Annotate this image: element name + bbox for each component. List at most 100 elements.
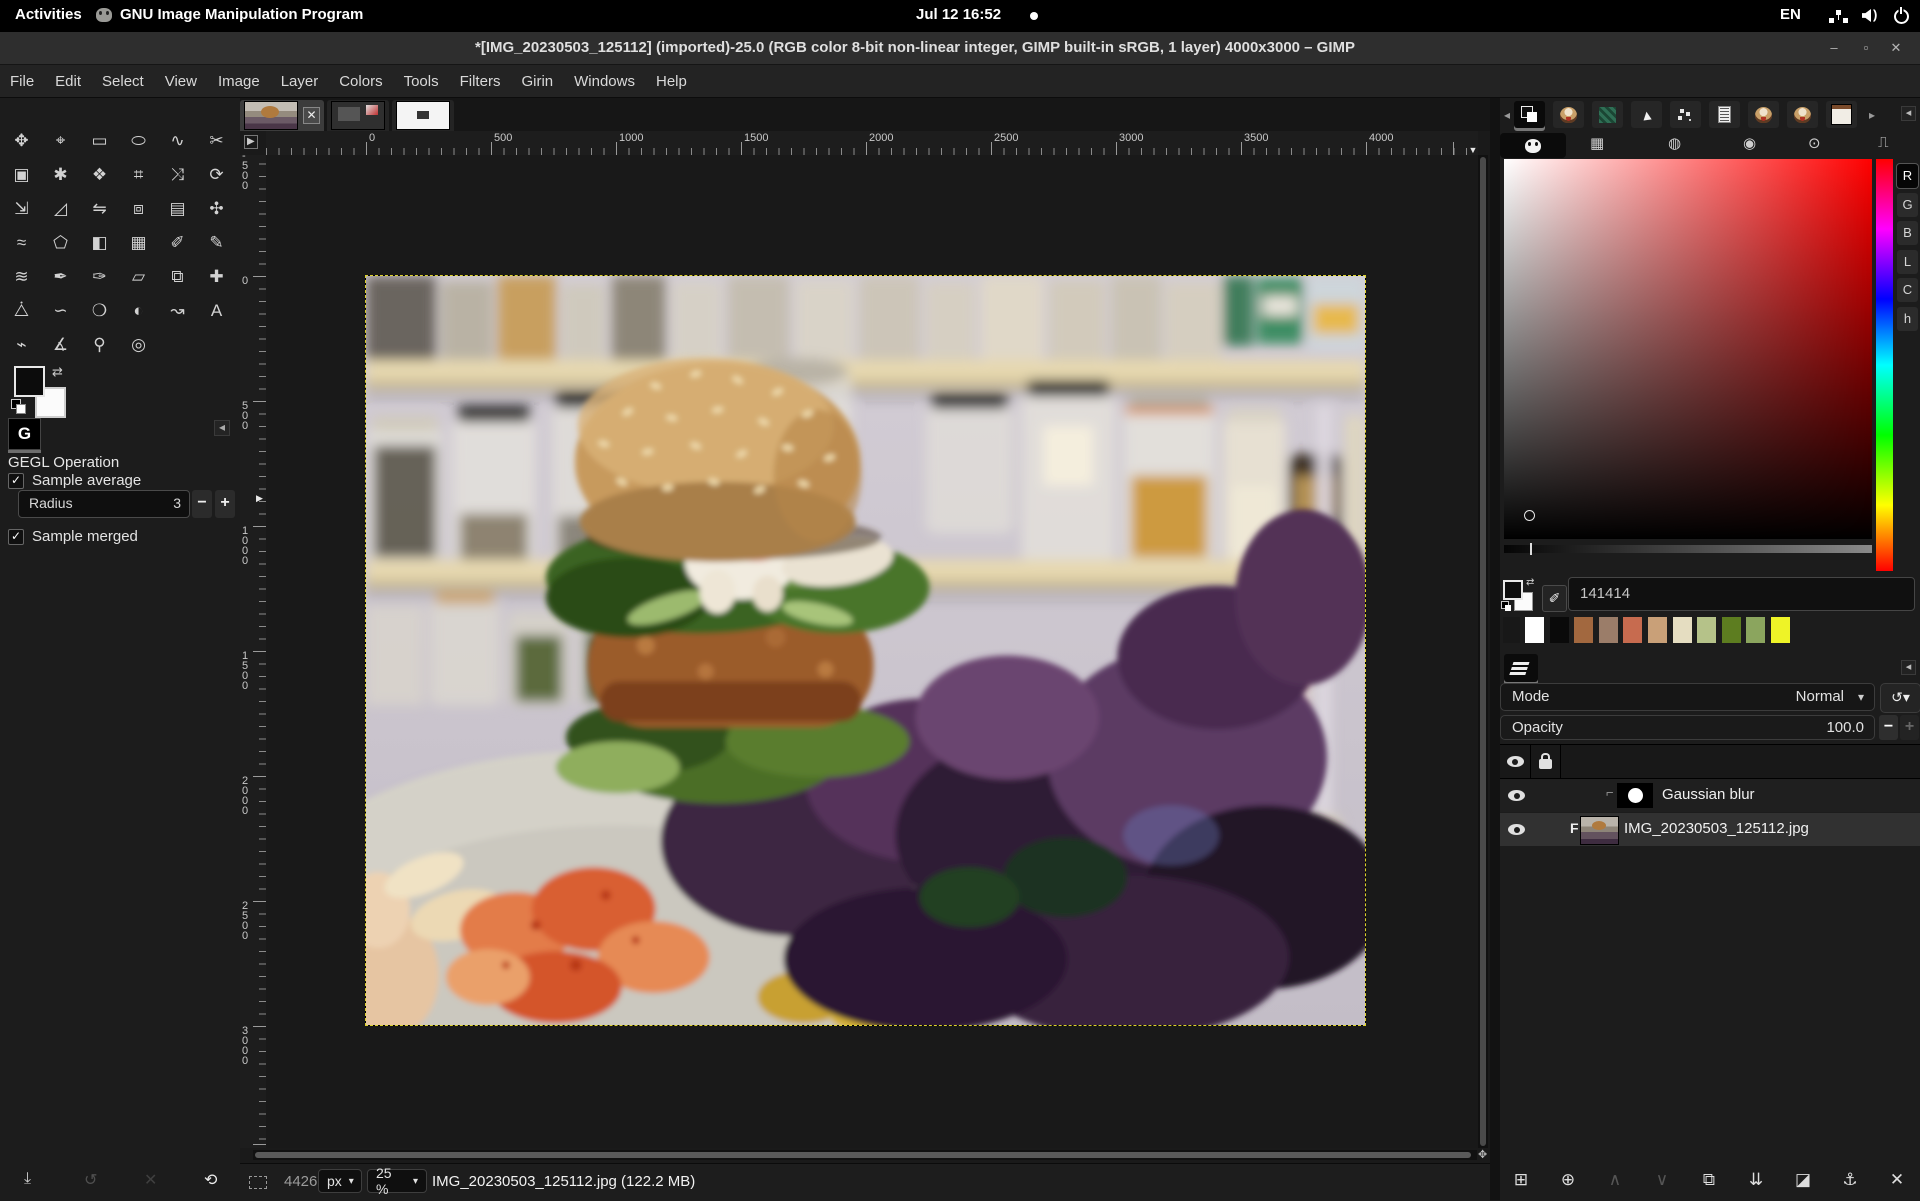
- tool-perspective-clone[interactable]: ⧊: [2, 294, 41, 328]
- tool-free-select[interactable]: ∿: [158, 124, 197, 158]
- dock-tab-document-history[interactable]: [1670, 101, 1701, 128]
- menu-image[interactable]: Image: [210, 69, 268, 94]
- close-image-icon[interactable]: ✕: [303, 107, 320, 124]
- volume-icon[interactable]: [1862, 9, 1871, 22]
- tool-ellipse-select[interactable]: ⬭: [119, 124, 158, 158]
- tool-eraser[interactable]: ▱: [119, 260, 158, 294]
- opacity-slider[interactable]: Opacity 100.0: [1500, 715, 1875, 740]
- dock-tab-brushes-3[interactable]: [1787, 101, 1818, 128]
- menu-help[interactable]: Help: [648, 69, 695, 94]
- default-colors-icon[interactable]: [11, 399, 21, 409]
- channel-button-h[interactable]: h: [1897, 307, 1918, 331]
- tool-dodge-burn[interactable]: ◐: [119, 294, 158, 328]
- tool-handle-transform[interactable]: ✣: [197, 192, 236, 226]
- unit-dropdown[interactable]: px ▾: [318, 1169, 362, 1193]
- tool-perspective[interactable]: ▤: [158, 192, 197, 226]
- dock-tab-brushes[interactable]: [1553, 101, 1584, 128]
- tool-rectangle-select[interactable]: ▭: [80, 124, 119, 158]
- tool-gradient[interactable]: ▦: [119, 226, 158, 260]
- add-layer-mask-button[interactable]: ◪: [1788, 1170, 1818, 1190]
- color-value-slider[interactable]: [1504, 545, 1872, 553]
- layer-row-image[interactable]: F IMG_20230503_125112.jpg: [1500, 813, 1920, 846]
- delete-layer-button[interactable]: ✕: [1882, 1170, 1912, 1190]
- pick-screen-color-button[interactable]: ✐: [1542, 585, 1567, 612]
- color-tab-palette[interactable]: ⊙: [1808, 134, 1821, 152]
- quick-mask-toggle[interactable]: [249, 1176, 267, 1189]
- menu-colors[interactable]: Colors: [331, 69, 390, 94]
- dock-tab-pointer[interactable]: [1631, 101, 1662, 128]
- color-tab-gimp[interactable]: [1500, 133, 1566, 158]
- dock-tab-fg-bg-colors[interactable]: [1514, 101, 1545, 128]
- close-button[interactable]: ✕: [1884, 38, 1908, 58]
- tool-rotate[interactable]: ⟳: [197, 158, 236, 192]
- tool-zoom[interactable]: ⚲: [80, 328, 119, 362]
- tool-smudge[interactable]: ∽: [41, 294, 80, 328]
- channel-button-R[interactable]: R: [1897, 164, 1918, 188]
- dock-menu-button[interactable]: ◂: [1901, 106, 1916, 121]
- tool-paths[interactable]: ↝: [158, 294, 197, 328]
- tool-warp-transform[interactable]: ≈: [2, 226, 41, 260]
- color-swatch[interactable]: [1550, 617, 1569, 643]
- vertical-scrollbar[interactable]: [1478, 155, 1488, 1148]
- fg-color-small[interactable]: [1503, 580, 1523, 600]
- horizontal-scrollbar[interactable]: [253, 1150, 1477, 1160]
- menu-windows[interactable]: Windows: [566, 69, 643, 94]
- channel-button-C[interactable]: C: [1897, 278, 1918, 302]
- image-tab-screenshot-white[interactable]: [392, 100, 454, 131]
- ruler-corner-button[interactable]: [240, 131, 266, 155]
- hex-color-input[interactable]: 141414: [1568, 577, 1915, 611]
- layer-visibility-toggle[interactable]: [1508, 790, 1525, 801]
- menu-layer[interactable]: Layer: [273, 69, 327, 94]
- color-swatch[interactable]: [1623, 617, 1642, 643]
- tool-blur-sharpen[interactable]: ❍: [80, 294, 119, 328]
- new-layer-group-button[interactable]: ⊕: [1553, 1170, 1583, 1190]
- merge-down-button[interactable]: ⇊: [1741, 1170, 1771, 1190]
- menu-tools[interactable]: Tools: [396, 69, 447, 94]
- restore-tool-preset-button[interactable]: ↺: [84, 1170, 97, 1190]
- tool-airbrush[interactable]: ≋: [2, 260, 41, 294]
- menu-select[interactable]: Select: [94, 69, 152, 94]
- tool-select-by-color[interactable]: ❖: [80, 158, 119, 192]
- layer-row-gaussian-blur[interactable]: ⌐ Gaussian blur: [1500, 779, 1920, 812]
- tool-flip[interactable]: ⇋: [80, 192, 119, 226]
- menu-view[interactable]: View: [157, 69, 205, 94]
- layer-name[interactable]: IMG_20230503_125112.jpg: [1624, 820, 1809, 837]
- tool-foreground-select[interactable]: ▣: [2, 158, 41, 192]
- network-icon[interactable]: [1836, 10, 1841, 15]
- vertical-scrollbar-thumb[interactable]: [1480, 157, 1486, 1146]
- image-tab-burger[interactable]: ✕: [240, 100, 324, 131]
- zoom-dropdown[interactable]: 25 % ▾: [367, 1169, 427, 1193]
- layer-visibility-toggle[interactable]: [1508, 824, 1525, 835]
- opacity-increase-button[interactable]: +: [1900, 715, 1919, 740]
- save-tool-preset-button[interactable]: ⤓: [24, 1170, 31, 1188]
- layer-mode-row[interactable]: Mode Normal ▾: [1500, 683, 1875, 711]
- swap-colors-icon[interactable]: ⇄: [52, 364, 63, 380]
- navigation-button[interactable]: ✥: [1478, 1148, 1487, 1161]
- tool-align[interactable]: ⌖: [41, 124, 80, 158]
- radius-increase-button[interactable]: +: [215, 490, 235, 518]
- sample-merged-checkbox[interactable]: ✓: [8, 529, 24, 545]
- canvas-viewport[interactable]: [266, 155, 1478, 1148]
- filter-expander[interactable]: ⌐: [1606, 785, 1614, 800]
- tool-bucket-fill[interactable]: ◧: [80, 226, 119, 260]
- tool-options-collapse-button[interactable]: ◂: [214, 420, 230, 436]
- layers-menu-button[interactable]: ◂: [1901, 660, 1916, 675]
- tool-scale[interactable]: ⇲: [2, 192, 41, 226]
- radius-slider[interactable]: Radius 3: [18, 490, 190, 518]
- radius-decrease-button[interactable]: −: [192, 490, 212, 518]
- tool-pencil[interactable]: ✎: [197, 226, 236, 260]
- color-swatch[interactable]: [1673, 617, 1692, 643]
- tool-paint-select[interactable]: ◎: [119, 328, 158, 362]
- color-square[interactable]: [1504, 159, 1872, 539]
- tool-heal[interactable]: ✚: [197, 260, 236, 294]
- color-tab-scales[interactable]: ⎍: [1878, 134, 1889, 151]
- color-swatch[interactable]: [1525, 617, 1544, 643]
- tool-color-picker[interactable]: ⌁: [2, 328, 41, 362]
- maximize-button[interactable]: ▫: [1854, 38, 1878, 58]
- tool-3d-transform[interactable]: ⧈: [119, 192, 158, 226]
- tool-measure[interactable]: ∡: [41, 328, 80, 362]
- dock-tabs-scroll-right-icon[interactable]: ▸: [1865, 108, 1879, 122]
- tool-mypaint-brush[interactable]: ✑: [80, 260, 119, 294]
- new-layer-button[interactable]: ⊞: [1506, 1170, 1536, 1190]
- color-tab-watercolor[interactable]: ◍: [1668, 134, 1681, 152]
